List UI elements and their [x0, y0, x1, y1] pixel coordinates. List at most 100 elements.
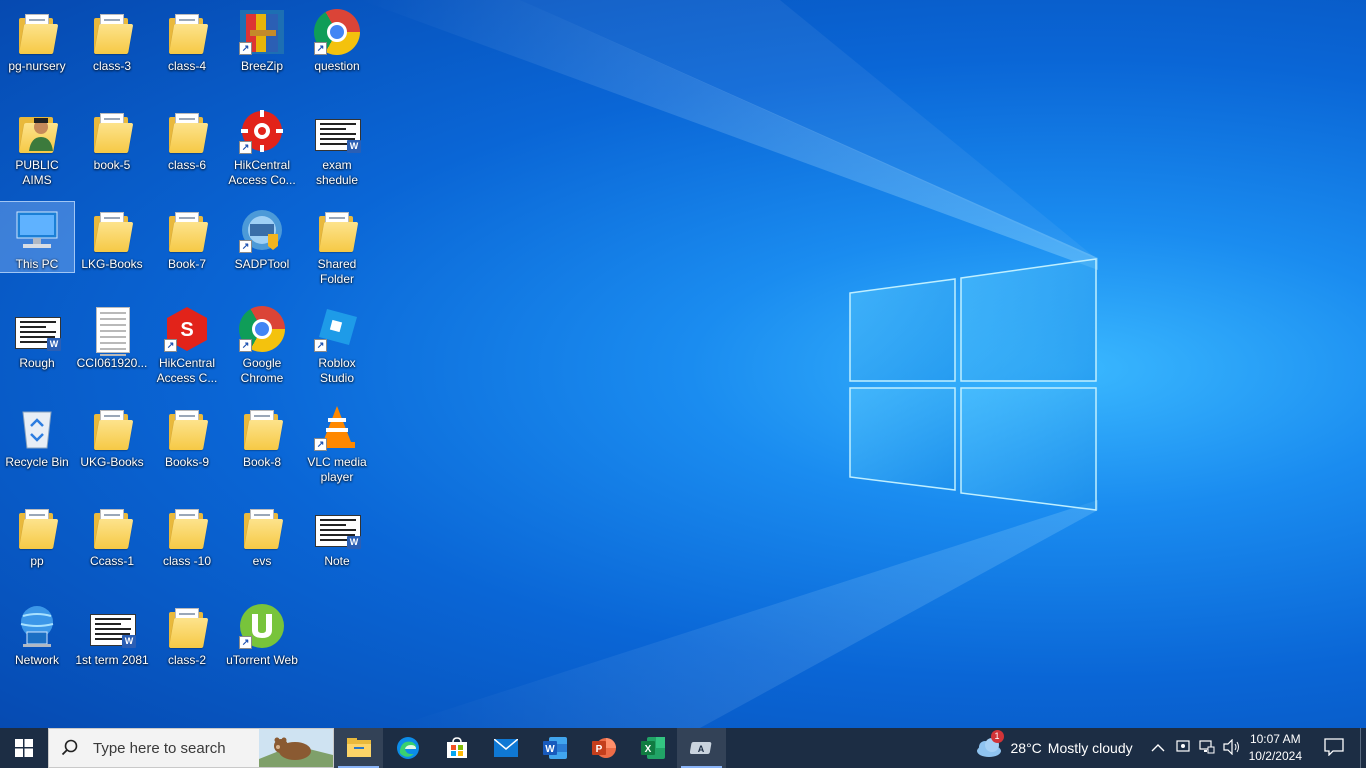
desktop-icon-label: Book-7 — [167, 257, 207, 271]
taskbar-mail[interactable] — [481, 728, 530, 768]
taskbar: W P X A 1 28°C Mostly cloudy — [0, 728, 1366, 768]
desktop-icon-label: evs — [252, 554, 272, 568]
desktop-icon-sadptool[interactable]: ↗ SADPTool — [225, 202, 299, 272]
desktop-icon-label: VLC media player — [307, 455, 367, 484]
desktop-icon-label: UKG-Books — [80, 455, 144, 469]
desktop-icon-lkg-books[interactable]: LKG-Books — [75, 202, 149, 272]
weather-condition: Mostly cloudy — [1047, 740, 1133, 756]
start-button[interactable] — [0, 728, 48, 768]
desktop-icon-cci061920[interactable]: CCI061920... — [75, 301, 149, 371]
volume-icon[interactable] — [1223, 738, 1241, 758]
desktop-icon-pg-nursery[interactable]: pg-nursery — [0, 4, 74, 74]
word-doc-icon: W — [313, 503, 361, 551]
meet-now-icon[interactable] — [1175, 739, 1191, 758]
desktop-icon-utorrent-web[interactable]: ↗ uTorrent Web — [225, 598, 299, 668]
folder-icon — [88, 404, 136, 452]
folder-icon — [163, 206, 211, 254]
chevron-up-icon[interactable] — [1151, 740, 1165, 756]
taskbar-word[interactable]: W — [530, 728, 579, 768]
keyboard-icon: A — [689, 742, 711, 754]
desktop-icon-label: Book-8 — [242, 455, 282, 469]
desktop-icon-this-pc[interactable]: This PC — [0, 201, 75, 273]
search-box[interactable] — [48, 728, 334, 768]
desktop-icon-hikcentral-access-co[interactable]: ↗ HikCentral Access Co... — [225, 103, 299, 188]
desktop-icon-label: pp — [30, 554, 44, 568]
folder-icon — [13, 503, 61, 551]
search-input[interactable] — [91, 738, 275, 758]
desktop-icon-class-6[interactable]: class-6 — [150, 103, 224, 173]
desktop-icon-label: Rough — [19, 356, 55, 370]
desktop-icon-public-aims[interactable]: PUBLIC AIMS — [0, 103, 74, 188]
desktop-icon-label: HikCentral Access C... — [156, 356, 218, 385]
desktop-icon-vlc-media-player[interactable]: ↗ VLC media player — [300, 400, 374, 485]
desktop-icon-book-5[interactable]: book-5 — [75, 103, 149, 173]
folder-icon — [88, 107, 136, 155]
desktop-icon-label: Books-9 — [164, 455, 210, 469]
desktop-icon-note[interactable]: W Note — [300, 499, 374, 569]
hik-red-icon: ↗ — [238, 107, 286, 155]
desktop-icon-network[interactable]: Network — [0, 598, 74, 668]
notification-center-icon[interactable] — [1324, 737, 1344, 759]
desktop-icon-book-7[interactable]: Book-7 — [150, 202, 224, 272]
folder-icon — [313, 206, 361, 254]
desktop-icon-label: uTorrent Web — [226, 653, 298, 667]
desktop-icon-label: Google Chrome — [240, 356, 284, 385]
utorrent-icon: ↗ — [238, 602, 286, 650]
desktop-icon-class-2[interactable]: class-2 — [150, 598, 224, 668]
excel-icon: X — [640, 737, 665, 759]
desktop-icon-recycle-bin[interactable]: Recycle Bin — [0, 400, 74, 470]
desktop-icon-rough[interactable]: W Rough — [0, 301, 74, 371]
desktop-icon-label: This PC — [15, 257, 59, 271]
desktop-icon-label: Shared Folder — [317, 257, 357, 286]
desktop-icon-question[interactable]: ↗ question — [300, 4, 374, 74]
desktop-icon-label: SADPTool — [234, 257, 290, 271]
desktop-icon-exam-shedule[interactable]: Wexam shedule — [300, 103, 374, 188]
desktop-icon-label: Ccass-1 — [89, 554, 134, 568]
chrome-icon: ↗ — [238, 305, 286, 353]
taskbar-file-explorer[interactable] — [334, 728, 383, 768]
show-desktop-button[interactable] — [1360, 728, 1366, 768]
desktop-icon-roblox-studio[interactable]: ↗ Roblox Studio — [300, 301, 374, 386]
svg-text:A: A — [697, 744, 704, 754]
desktop-icon-ukg-books[interactable]: UKG-Books — [75, 400, 149, 470]
windows-start-icon — [15, 739, 33, 757]
desktop-icon-books-9[interactable]: Books-9 — [150, 400, 224, 470]
desktop-icon-pp[interactable]: pp — [0, 499, 74, 569]
clock[interactable]: 10:07 AM 10/2/2024 — [1249, 731, 1302, 765]
weather-widget[interactable]: 1 28°C Mostly cloudy — [975, 730, 1133, 760]
desktop-icon-class-3[interactable]: class-3 — [75, 4, 149, 74]
user-folder-icon — [13, 107, 61, 155]
folder-icon — [88, 8, 136, 56]
desktop-icon-shared-folder[interactable]: Shared Folder — [300, 202, 374, 287]
powerpoint-icon: P — [591, 738, 616, 758]
network-icon — [13, 602, 61, 650]
desktop-icon-breezip[interactable]: ↗ BreeZip — [225, 4, 299, 74]
folder-icon — [88, 206, 136, 254]
desktop-icon-label: Roblox Studio — [318, 356, 356, 385]
desktop-icon-class-10[interactable]: class -10 — [150, 499, 224, 569]
folder-icon — [163, 107, 211, 155]
taskbar-edge[interactable] — [383, 728, 432, 768]
desktop-icon-evs[interactable]: evs — [225, 499, 299, 569]
search-icon — [61, 739, 78, 756]
desktop-icon-hikcentral-access-c[interactable]: S ↗ HikCentral Access C... — [150, 301, 224, 386]
taskbar-powerpoint[interactable]: P — [579, 728, 628, 768]
desktop-icon-label: HikCentral Access Co... — [228, 158, 296, 187]
scan-doc-icon — [88, 305, 136, 356]
desktop-icon-ccass-1[interactable]: Ccass-1 — [75, 499, 149, 569]
taskbar-excel[interactable]: X — [628, 728, 677, 768]
network-icon[interactable] — [1199, 739, 1215, 758]
bear-search-highlight-icon — [259, 729, 333, 767]
word-icon: W — [542, 737, 567, 759]
taskbar-store[interactable] — [432, 728, 481, 768]
taskbar-typing-app[interactable]: A — [677, 728, 726, 768]
folder-icon — [163, 8, 211, 56]
desktop-icon-book-8[interactable]: Book-8 — [225, 400, 299, 470]
desktop-icon-google-chrome[interactable]: ↗ Google Chrome — [225, 301, 299, 386]
windows-logo — [849, 258, 1097, 511]
desktop-icon-class-4[interactable]: class-4 — [150, 4, 224, 74]
desktop-icon-1st-term-2081[interactable]: W 1st term 2081 — [75, 598, 149, 668]
folder-icon — [163, 602, 211, 650]
word-doc-icon: W — [313, 107, 361, 155]
desktop-icon-label: LKG-Books — [81, 257, 143, 271]
